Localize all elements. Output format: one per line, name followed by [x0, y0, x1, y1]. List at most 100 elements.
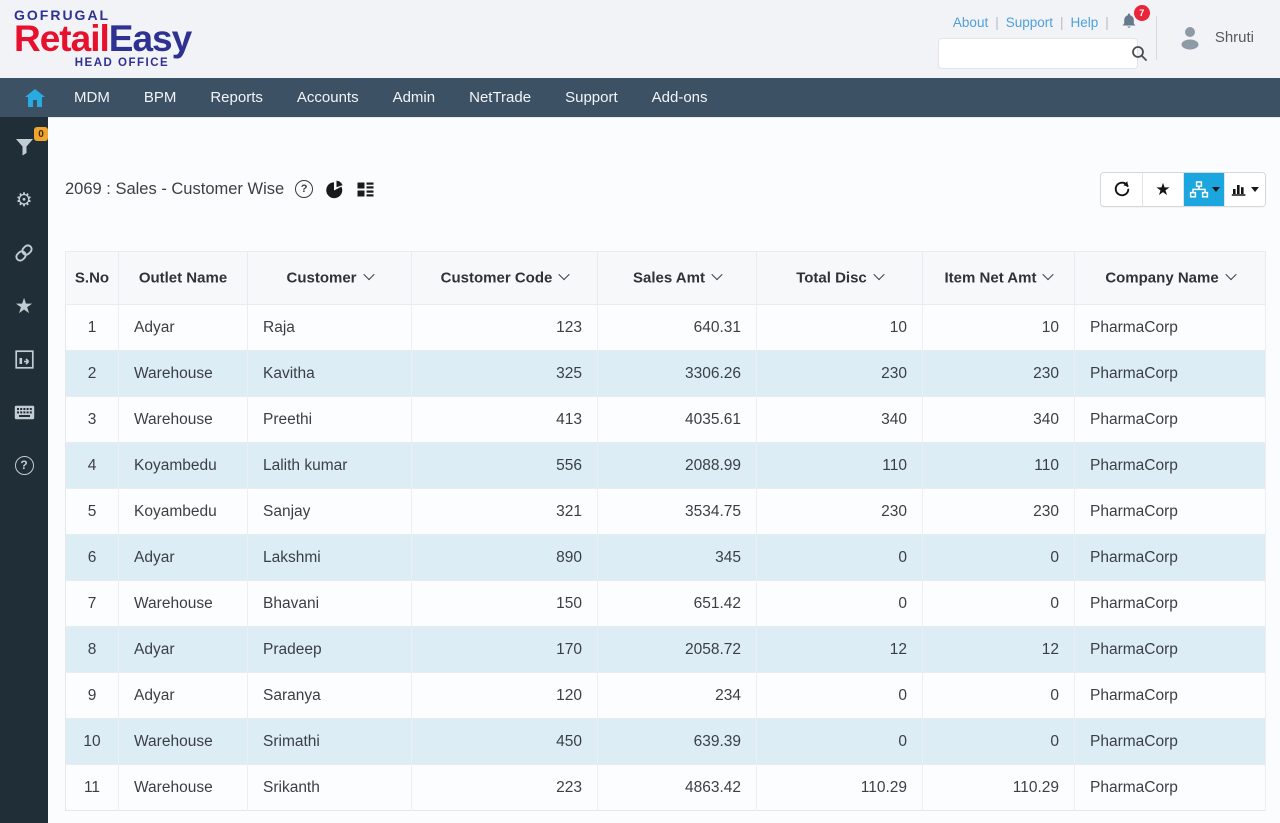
table-cell: PharmaCorp [1074, 764, 1266, 811]
summary-grid-icon[interactable] [356, 180, 375, 199]
report-title-group: 2069 : Sales - Customer Wise ? [65, 179, 375, 200]
sort-chevron-icon[interactable] [711, 269, 723, 281]
header-link-support[interactable]: Support [1006, 15, 1053, 30]
table-cell: 12 [756, 626, 923, 673]
nav-item-support[interactable]: Support [548, 78, 635, 117]
table-cell: Warehouse [118, 718, 248, 765]
column-label: Company Name [1105, 269, 1219, 287]
nav-item-bpm[interactable]: BPM [127, 78, 194, 117]
table-cell: Adyar [118, 626, 248, 673]
export-window-icon[interactable] [12, 347, 36, 371]
favorites-star-icon[interactable]: ★ [12, 294, 36, 318]
column-header-total-disc[interactable]: Total Disc [756, 251, 923, 305]
table-row[interactable]: 2 Warehouse Kavitha 325 3306.26 230 230 PharmaC… [65, 350, 1266, 397]
table-cell: 6 [65, 534, 119, 581]
filter-badge: 0 [34, 127, 48, 141]
sort-chevron-icon[interactable] [558, 269, 571, 281]
left-sidebar: 0 ⚙ ★ ? [0, 117, 48, 823]
column-header-customer[interactable]: Customer [247, 251, 412, 305]
table-cell: Sanjay [247, 488, 412, 535]
table-cell: PharmaCorp [1074, 488, 1266, 535]
table-cell: 230 [756, 488, 923, 535]
chart-view-button[interactable] [1224, 172, 1265, 206]
table-cell: 10 [65, 718, 119, 765]
report-help-icon[interactable]: ? [295, 180, 314, 198]
table-row[interactable]: 7 Warehouse Bhavani 150 651.42 0 0 PharmaCorp [65, 580, 1266, 627]
table-cell: 110.29 [756, 764, 923, 811]
search-icon[interactable] [1131, 45, 1156, 62]
filter-icon[interactable]: 0 [12, 127, 48, 159]
table-cell: 230 [756, 350, 923, 397]
table-cell: Warehouse [118, 764, 248, 811]
sort-chevron-icon[interactable] [1225, 269, 1237, 281]
column-label: Item Net Amt [944, 269, 1037, 287]
settings-gear-icon[interactable]: ⚙ [12, 188, 36, 212]
header-link-about[interactable]: About [953, 15, 988, 30]
column-header-company-name[interactable]: Company Name [1074, 251, 1266, 305]
table-row[interactable]: 5 Koyambedu Sanjay 321 3534.75 230 230 PharmaCo… [65, 488, 1266, 535]
table-cell: 340 [922, 396, 1075, 443]
link-icon[interactable] [12, 241, 36, 265]
column-label: Outlet Name [138, 269, 228, 287]
nav-item-accounts[interactable]: Accounts [280, 78, 376, 117]
table-cell: PharmaCorp [1074, 396, 1266, 443]
hierarchy-view-button[interactable] [1183, 172, 1224, 206]
table-row[interactable]: 8 Adyar Pradeep 170 2058.72 12 12 PharmaCorp [65, 626, 1266, 673]
table-cell: 7 [65, 580, 119, 627]
sort-chevron-icon[interactable] [1042, 269, 1055, 281]
table-cell: 0 [756, 672, 923, 719]
refresh-button[interactable] [1101, 172, 1142, 206]
table-cell: Saranya [247, 672, 412, 719]
nav-item-mdm[interactable]: MDM [57, 78, 127, 117]
column-header-customer-code[interactable]: Customer Code [411, 251, 598, 305]
nav-item-nettrade[interactable]: NetTrade [452, 78, 548, 117]
pie-chart-icon[interactable] [324, 179, 345, 200]
table-row[interactable]: 1 Adyar Raja 123 640.31 10 10 PharmaCorp [65, 304, 1266, 351]
table-cell: 234 [597, 672, 757, 719]
table-row[interactable]: 10 Warehouse Srimathi 450 639.39 0 0 PharmaCorp [65, 718, 1266, 765]
home-icon[interactable] [13, 88, 57, 107]
notification-bell-icon[interactable]: 7 [1120, 4, 1150, 33]
report-content: 2069 : Sales - Customer Wise ? ★ S.No Ou… [48, 117, 1280, 823]
table-row[interactable]: 4 Koyambedu Lalith kumar 556 2088.99 110 110 Ph… [65, 442, 1266, 489]
table-cell: PharmaCorp [1074, 672, 1266, 719]
table-row[interactable]: 6 Adyar Lakshmi 890 345 0 0 PharmaCorp [65, 534, 1266, 581]
table-cell: 0 [756, 718, 923, 765]
table-cell: 2088.99 [597, 442, 757, 489]
header-divider [1155, 16, 1157, 60]
table-cell: 223 [411, 764, 598, 811]
favorite-button[interactable]: ★ [1142, 172, 1183, 206]
column-header-sales-amt[interactable]: Sales Amt [597, 251, 757, 305]
table-cell: 230 [922, 350, 1075, 397]
table-cell: 4863.42 [597, 764, 757, 811]
table-cell: Adyar [118, 672, 248, 719]
table-cell: 170 [411, 626, 598, 673]
table-cell: 12 [922, 626, 1075, 673]
table-cell: Bhavani [247, 580, 412, 627]
sort-chevron-icon[interactable] [873, 269, 885, 281]
search-input[interactable] [938, 39, 1131, 68]
table-row[interactable]: 9 Adyar Saranya 120 234 0 0 PharmaCorp [65, 672, 1266, 719]
table-cell: 639.39 [597, 718, 757, 765]
nav-item-add-ons[interactable]: Add-ons [635, 78, 725, 117]
table-cell: 2058.72 [597, 626, 757, 673]
table-cell: 340 [756, 396, 923, 443]
app-logo[interactable]: GOFRUGAL RetailEasy HEAD OFFICE [14, 6, 192, 70]
sidebar-help-icon[interactable]: ? [12, 453, 36, 477]
nav-item-reports[interactable]: Reports [193, 78, 280, 117]
table-cell: Koyambedu [118, 488, 248, 535]
table-cell: 9 [65, 672, 119, 719]
keyboard-icon[interactable] [12, 400, 36, 424]
column-label: Total Disc [796, 269, 867, 287]
table-row[interactable]: 3 Warehouse Preethi 413 4035.61 340 340 PharmaC… [65, 396, 1266, 443]
header-link-help[interactable]: Help [1071, 15, 1099, 30]
table-row[interactable]: 11 Warehouse Srikanth 223 4863.42 110.29 110.2… [65, 764, 1266, 811]
bar-chart-icon [1231, 185, 1246, 196]
user-menu[interactable]: Shruti [1175, 22, 1254, 52]
table-cell: PharmaCorp [1074, 534, 1266, 581]
nav-item-admin[interactable]: Admin [376, 78, 453, 117]
table-cell: 230 [922, 488, 1075, 535]
column-header-item-net-amt[interactable]: Item Net Amt [922, 251, 1075, 305]
link-separator: | [1060, 14, 1064, 30]
sort-chevron-icon[interactable] [362, 269, 375, 281]
